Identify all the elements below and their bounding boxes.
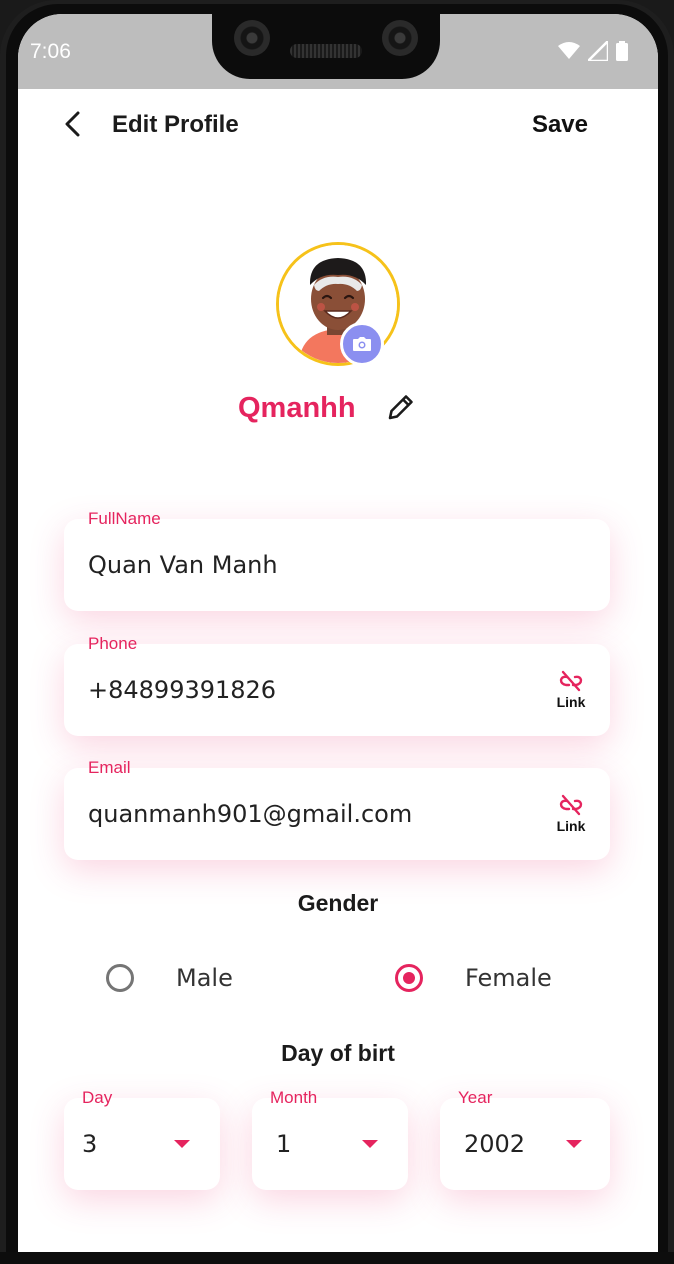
bottom-bezel [0, 1252, 674, 1264]
phone-frame: 7:06 Edit Profile Save Qmanhh FullName Q… [0, 0, 674, 1264]
year-value: 2002 [464, 1130, 526, 1158]
username-row: Qmanhh [18, 384, 658, 434]
phone-link-button[interactable]: Link [554, 670, 588, 714]
earpiece-speaker [290, 44, 362, 58]
male-label: Male [176, 964, 233, 992]
phone-label: Phone [88, 634, 138, 653]
page-title: Edit Profile [112, 111, 239, 138]
fullname-label: FullName [88, 509, 161, 528]
save-button[interactable]: Save [532, 111, 588, 139]
dropdown-caret-icon [566, 1140, 582, 1148]
birthday-title: Day of birt [281, 1040, 395, 1066]
front-camera-right [382, 20, 418, 56]
phone-link-label: Link [556, 694, 586, 710]
fullname-field[interactable]: FullName Quan Van Manh [64, 509, 610, 611]
phone-bezel: 7:06 Edit Profile Save Qmanhh FullName Q… [6, 4, 668, 1264]
month-value: 1 [276, 1130, 292, 1158]
battery-icon [616, 41, 628, 61]
status-time: 7:06 [30, 40, 71, 63]
email-field[interactable]: Email quanmanh901@gmail.com Link [64, 758, 610, 860]
app-header: Edit Profile Save [18, 89, 658, 159]
fullname-value[interactable]: Quan Van Manh [88, 551, 278, 579]
camera-notch [212, 4, 440, 79]
email-label: Email [88, 758, 131, 777]
day-label: Day [82, 1088, 113, 1107]
year-label: Year [458, 1088, 493, 1107]
month-select[interactable]: Month 1 [252, 1088, 408, 1190]
signal-icon [588, 41, 608, 61]
gender-title: Gender [297, 890, 379, 916]
avatar-container [276, 242, 400, 366]
app-screen: 7:06 Edit Profile Save Qmanhh FullName Q… [18, 14, 658, 1256]
dropdown-caret-icon [362, 1140, 378, 1148]
phone-field[interactable]: Phone +84899391826 Link [64, 634, 610, 736]
back-arrow-icon[interactable] [56, 107, 90, 141]
male-radio[interactable] [106, 964, 134, 992]
link-off-icon [559, 670, 583, 692]
username: Qmanhh [238, 392, 356, 424]
email-link-label: Link [556, 818, 586, 834]
change-photo-button[interactable] [340, 322, 384, 366]
year-select[interactable]: Year 2002 [440, 1088, 610, 1190]
wifi-icon [558, 42, 580, 59]
month-label: Month [270, 1088, 318, 1107]
phone-value[interactable]: +84899391826 [88, 676, 276, 704]
day-select[interactable]: Day 3 [64, 1088, 220, 1190]
day-value: 3 [82, 1130, 98, 1158]
dropdown-caret-icon [174, 1140, 190, 1148]
status-icons [558, 41, 628, 61]
link-off-icon [559, 794, 583, 816]
gender-option-female[interactable]: Female [395, 958, 552, 998]
email-link-button[interactable]: Link [554, 794, 588, 838]
front-camera-left [234, 20, 270, 56]
female-radio[interactable] [395, 964, 423, 992]
pencil-icon[interactable] [384, 390, 418, 424]
email-value[interactable]: quanmanh901@gmail.com [88, 800, 412, 828]
gender-option-male[interactable]: Male [106, 958, 233, 998]
camera-icon [353, 337, 371, 351]
female-label: Female [465, 964, 552, 992]
